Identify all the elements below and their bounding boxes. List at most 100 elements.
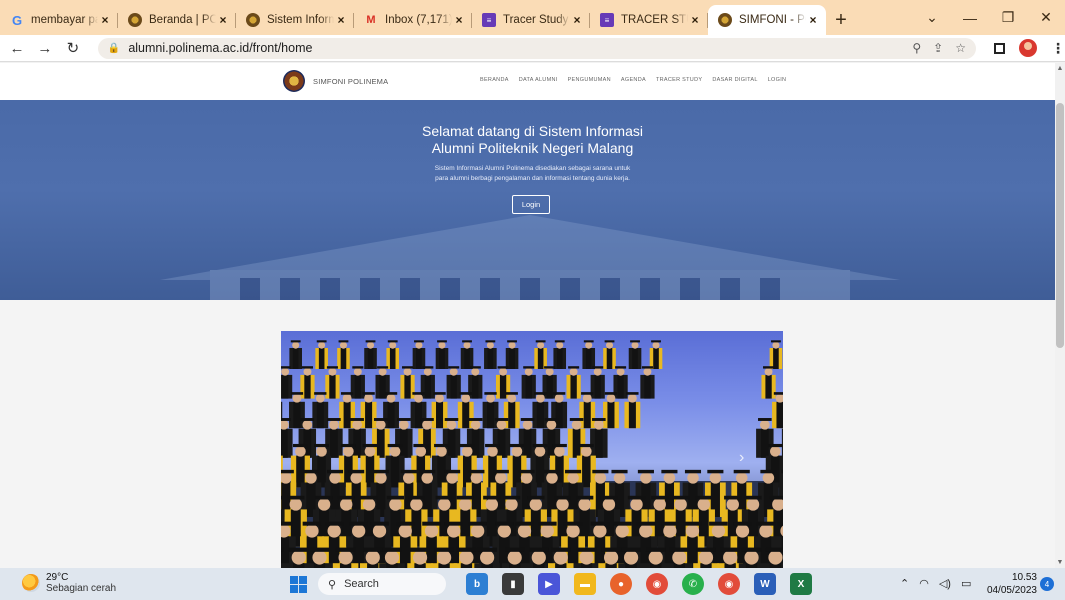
chrome-profile-icon[interactable]: ◉ [718, 573, 740, 595]
url-text: alumni.polinema.ac.id/front/home [128, 41, 313, 55]
hero-title: Selamat datang di Sistem Informasi Alumn… [0, 123, 1055, 157]
close-icon[interactable]: × [98, 13, 112, 27]
bookmark-star-icon[interactable]: ☆ [955, 41, 966, 55]
tab-sistem-informasi[interactable]: Sistem Informasi × [236, 5, 354, 35]
tab-title: Beranda | PORTAL [149, 14, 216, 26]
whatsapp-icon[interactable]: ✆ [682, 573, 704, 595]
hero-subtitle-line2: para alumni berbagi pengalaman dan infor… [435, 175, 630, 182]
polinema-logo [283, 70, 305, 92]
menu-beranda[interactable]: BERANDA [480, 77, 509, 83]
hero-title-line1: Selamat datang di Sistem Informasi [422, 123, 643, 139]
hero-login-button[interactable]: Login [512, 195, 550, 214]
minimize-icon[interactable]: — [951, 10, 989, 26]
address-bar[interactable]: 🔒 alumni.polinema.ac.id/front/home ⚲ ⇪ ☆ [97, 37, 976, 59]
weather-widget[interactable]: 29°C Sebagian cerah [22, 572, 116, 594]
tab-inbox[interactable]: M Inbox (7,171) - ci × [354, 5, 472, 35]
tab-simfoni[interactable]: SIMFONI - POLIN × [708, 5, 826, 35]
bing-icon[interactable]: b [466, 573, 488, 595]
close-icon[interactable]: × [216, 13, 230, 27]
taskbar-clock[interactable]: 10.53 04/05/2023 [985, 571, 1037, 597]
windows-start-icon[interactable] [290, 576, 307, 593]
menu-pengumuman[interactable]: PENGUMUMAN [568, 77, 611, 83]
gmail-icon: M [366, 14, 376, 26]
close-icon[interactable]: × [570, 13, 584, 27]
menu-data-alumni[interactable]: DATA ALUMNI [519, 77, 558, 83]
tab-title: SIMFONI - POLIN [739, 14, 806, 26]
chevron-up-icon[interactable]: ⌃ [900, 577, 909, 590]
wifi-icon[interactable]: ◠ [919, 577, 929, 590]
site-brand[interactable]: SIMFONI POLINEMA [283, 70, 388, 92]
hero-title-line2: Alumni Politeknik Negeri Malang [431, 140, 634, 156]
window-controls: ⌄ — ❐ ✕ [913, 0, 1065, 35]
more-menu-icon[interactable]: ⋮ [1051, 40, 1065, 57]
taskbar-search[interactable]: ⚲ Search [318, 573, 446, 595]
tab-search-icon[interactable]: ⌄ [913, 9, 951, 26]
campus-building-image [160, 215, 900, 300]
forward-icon[interactable]: → [34, 40, 56, 57]
scroll-down-icon[interactable]: ▼ [1056, 559, 1064, 566]
graduation-photo [281, 340, 783, 568]
restore-icon[interactable]: ❐ [989, 9, 1027, 26]
browser-toolbar: ← → ↻ 🔒 alumni.polinema.ac.id/front/home… [0, 35, 1065, 62]
partly-sunny-icon [22, 574, 40, 592]
site-menu: BERANDA DATA ALUMNI PENGUMUMAN AGENDA TR… [480, 77, 786, 83]
menu-tracer-study[interactable]: TRACER STUDY [656, 77, 702, 83]
hero-subtitle: Sistem Informasi Alumni Polinema disedia… [0, 164, 1055, 184]
hero-banner: Selamat datang di Sistem Informasi Alumn… [0, 100, 1055, 300]
side-panel-icon[interactable] [994, 42, 1005, 54]
file-explorer-icon[interactable]: ▬ [574, 573, 596, 595]
brand-name: SIMFONI POLINEMA [313, 76, 389, 86]
close-icon[interactable]: × [806, 13, 820, 27]
close-icon[interactable]: × [452, 13, 466, 27]
hero-subtitle-line1: Sistem Informasi Alumni Polinema disedia… [434, 165, 631, 172]
polinema-seal-icon [246, 13, 260, 27]
chrome-icon[interactable]: ◉ [646, 573, 668, 595]
tab-title: TRACER STUDY A [621, 14, 688, 26]
google-forms-icon: ≡ [482, 13, 496, 27]
weather-description: Sebagian cerah [46, 583, 117, 594]
scrollbar-thumb[interactable] [1056, 103, 1064, 348]
menu-dasar-digital[interactable]: DASAR DIGITAL [712, 77, 757, 83]
site-navbar: SIMFONI POLINEMA BERANDA DATA ALUMNI PEN… [0, 63, 1055, 100]
new-tab-button[interactable]: + [826, 5, 856, 35]
lock-icon[interactable]: 🔒 [108, 43, 120, 54]
carousel-next-icon[interactable]: › [739, 449, 744, 467]
polinema-seal-icon [128, 13, 142, 27]
firefox-icon[interactable]: ● [610, 573, 632, 595]
task-view-icon[interactable]: ▮ [502, 573, 524, 595]
page-scrollbar[interactable]: ▲ ▼ [1055, 63, 1065, 568]
profile-avatar[interactable] [1019, 39, 1037, 57]
zoom-icon[interactable]: ⚲ [912, 41, 921, 55]
share-icon[interactable]: ⇪ [933, 41, 943, 55]
menu-login[interactable]: LOGIN [768, 77, 787, 83]
scroll-up-icon[interactable]: ▲ [1056, 65, 1064, 72]
tab-tracer-study[interactable]: ≡ TRACER STUDY A × [590, 5, 708, 35]
reload-icon[interactable]: ↻ [62, 39, 84, 57]
battery-icon[interactable]: ▭ [961, 577, 971, 590]
polinema-seal-icon [718, 13, 732, 27]
close-icon[interactable]: × [688, 13, 702, 27]
close-icon[interactable]: × [334, 13, 348, 27]
tab-title: Sistem Informasi [267, 14, 334, 26]
notification-badge[interactable]: 4 [1040, 577, 1054, 591]
menu-agenda[interactable]: AGENDA [621, 77, 646, 83]
volume-icon[interactable]: ◁) [939, 577, 951, 590]
window-close-icon[interactable]: ✕ [1027, 9, 1065, 26]
taskbar-apps: b ▮ ▶ ▬ ● ◉ ✆ ◉ W X [466, 573, 812, 595]
weather-temperature: 29°C [46, 572, 69, 583]
search-icon: ⚲ [328, 578, 337, 591]
google-forms-icon: ≡ [600, 13, 614, 27]
google-icon: G [11, 12, 23, 28]
back-icon[interactable]: ← [6, 40, 28, 57]
tab-membayar-pajak[interactable]: G membayar pajak × [0, 5, 118, 35]
graduation-carousel-image[interactable]: › [281, 331, 783, 568]
page-viewport: SIMFONI POLINEMA BERANDA DATA ALUMNI PEN… [0, 63, 1055, 568]
teams-chat-icon[interactable]: ▶ [538, 573, 560, 595]
tab-tracer-study-alumni[interactable]: ≡ Tracer Study Alum × [472, 5, 590, 35]
system-tray: ⌃ ◠ ◁) ▭ [900, 577, 971, 590]
tab-beranda-portal[interactable]: Beranda | PORTAL × [118, 5, 236, 35]
windows-taskbar: 29°C Sebagian cerah ⚲ Search b ▮ ▶ ▬ ● ◉… [0, 568, 1065, 600]
word-icon[interactable]: W [754, 573, 776, 595]
excel-icon[interactable]: X [790, 573, 812, 595]
tab-title: Tracer Study Alum [503, 14, 570, 26]
